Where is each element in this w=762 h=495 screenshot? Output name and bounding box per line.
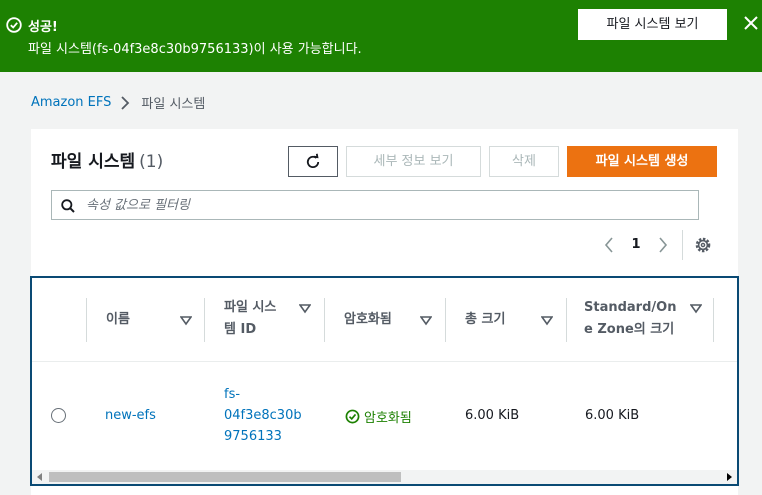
total-size-value: 6.00 KiB	[465, 408, 520, 423]
banner-message: 파일 시스템(fs-04f3e8c30b9756133)이 사용 가능합니다.	[28, 42, 362, 57]
gear-icon[interactable]	[693, 235, 713, 255]
current-page-number[interactable]: 1	[626, 232, 646, 258]
column-header-file-system-id[interactable]: 파일 시스 템 ID	[204, 278, 324, 362]
column-divider	[204, 298, 205, 342]
pagination-divider	[682, 230, 683, 260]
view-details-button[interactable]: 세부 정보 보기	[346, 146, 481, 177]
column-header-encrypted[interactable]: 암호화됨	[324, 278, 442, 362]
file-systems-table: 이름 파일 시스 템 ID 암호화됨 총 크기 Standard/On e Zo…	[30, 276, 739, 486]
standard-size-value: 6.00 KiB	[585, 408, 640, 423]
scroll-left-icon[interactable]	[37, 473, 42, 481]
page-title: 파일 시스템 (1)	[51, 147, 163, 172]
success-check-icon	[6, 17, 22, 33]
status-success-icon	[345, 409, 360, 424]
encrypted-status: 암호화됨	[345, 407, 412, 426]
sort-caret-icon	[541, 316, 553, 326]
table-header: 이름 파일 시스 템 ID 암호화됨 총 크기 Standard/On e Zo…	[32, 278, 737, 362]
file-system-name-link[interactable]: new-efs	[105, 408, 156, 423]
encrypted-label: 암호화됨	[364, 411, 412, 426]
close-icon[interactable]	[742, 14, 762, 34]
banner-title: 성공!	[28, 20, 58, 35]
column-divider	[324, 298, 325, 342]
column-divider	[86, 298, 87, 342]
scrollbar-thumb[interactable]	[49, 472, 401, 482]
next-page-icon[interactable]	[653, 232, 673, 258]
panel-title: 파일 시스템	[51, 152, 136, 172]
chevron-right-icon	[121, 95, 130, 110]
success-banner: 성공! 파일 시스템(fs-04f3e8c30b9756133)이 사용 가능합…	[0, 0, 762, 72]
filter-search	[51, 190, 699, 220]
search-icon	[61, 199, 75, 213]
refresh-button[interactable]	[288, 146, 338, 177]
sort-caret-icon	[299, 304, 311, 314]
item-count: (1)	[139, 152, 164, 172]
column-header-standard-size[interactable]: Standard/On e Zone의 크기	[566, 278, 716, 362]
breadcrumb-current: 파일 시스템	[141, 97, 206, 112]
sort-caret-icon	[690, 304, 702, 314]
search-input[interactable]	[86, 194, 686, 216]
column-header-overflow	[713, 278, 737, 362]
column-divider	[566, 298, 567, 342]
sort-caret-icon	[180, 316, 192, 326]
horizontal-scrollbar[interactable]	[32, 470, 737, 484]
column-divider	[713, 298, 714, 342]
scroll-right-icon[interactable]	[727, 473, 732, 481]
view-file-system-button[interactable]: 파일 시스템 보기	[578, 9, 727, 40]
column-header-total-size[interactable]: 총 크기	[445, 278, 563, 362]
column-divider	[445, 298, 446, 342]
create-file-system-button[interactable]: 파일 시스템 생성	[567, 146, 717, 177]
refresh-icon	[306, 153, 320, 168]
row-select-radio[interactable]	[51, 408, 66, 423]
column-header-name[interactable]: 이름	[86, 278, 196, 362]
breadcrumb: Amazon EFS 파일 시스템	[31, 93, 205, 112]
breadcrumb-amazon-efs[interactable]: Amazon EFS	[31, 95, 111, 110]
previous-page-icon[interactable]	[599, 232, 619, 258]
delete-button[interactable]: 삭제	[489, 146, 559, 177]
file-system-id-link[interactable]: fs- 04f3e8c30b 9756133	[224, 384, 302, 447]
sort-caret-icon	[420, 316, 432, 326]
